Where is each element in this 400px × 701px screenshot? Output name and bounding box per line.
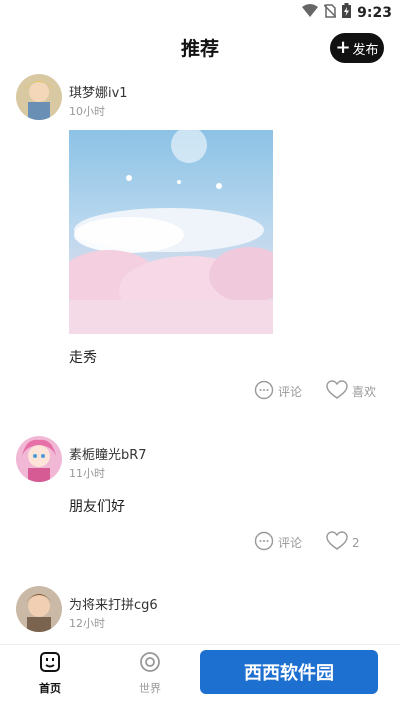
- like-button[interactable]: 2: [326, 531, 360, 554]
- plus-icon: +: [335, 37, 351, 58]
- status-bar: 9:23: [0, 0, 400, 24]
- comment-icon: [254, 380, 274, 403]
- post-text: 走秀: [69, 350, 97, 366]
- post-time: 12小时: [69, 617, 105, 630]
- watermark-text: 西西软件园: [244, 663, 334, 684]
- status-icons: 9:23: [302, 3, 392, 22]
- heart-icon: [326, 380, 348, 403]
- publish-button[interactable]: + 发布: [330, 33, 384, 63]
- post-actions: 评论 2: [0, 531, 400, 555]
- watermark-logo: 西西软件园: [200, 650, 378, 694]
- header: 推荐 + 发布: [0, 24, 400, 72]
- post-time: 11小时: [69, 467, 105, 480]
- tab-world[interactable]: 世界: [120, 651, 180, 696]
- status-time: 9:23: [357, 4, 392, 21]
- heart-icon: [326, 531, 348, 554]
- world-circle-icon: [139, 651, 161, 676]
- publish-label: 发布: [352, 42, 379, 58]
- comment-icon: [254, 531, 274, 554]
- tab-label: 首页: [39, 682, 61, 695]
- username[interactable]: 琪梦娜iv1: [69, 82, 128, 101]
- post-card: 素栀瞳光bR7 11小时 朋友们好 评论 2: [0, 436, 400, 566]
- username[interactable]: 素栀瞳光bR7: [69, 444, 147, 463]
- like-label: 喜欢: [352, 385, 377, 399]
- avatar[interactable]: [16, 74, 62, 120]
- like-button[interactable]: 喜欢: [326, 380, 376, 403]
- post-image[interactable]: [69, 130, 273, 334]
- post-card: 为将来打拼cg6 12小时: [0, 586, 400, 642]
- battery-charging-icon: [342, 3, 352, 22]
- comment-label: 评论: [278, 536, 303, 550]
- no-sim-icon: [323, 3, 337, 22]
- comment-label: 评论: [278, 385, 303, 399]
- username[interactable]: 为将来打拼cg6: [69, 594, 158, 613]
- like-count: 2: [352, 535, 360, 550]
- wifi-icon: [302, 3, 319, 22]
- comment-button[interactable]: 评论: [254, 380, 302, 403]
- avatar[interactable]: [16, 586, 62, 632]
- post-time: 10小时: [69, 105, 105, 118]
- avatar[interactable]: [16, 436, 62, 482]
- post-text: 朋友们好: [69, 499, 125, 515]
- comment-button[interactable]: 评论: [254, 531, 302, 554]
- post-card: 琪梦娜iv1 10小时 走秀 评论 喜欢: [0, 74, 400, 419]
- post-actions: 评论 喜欢: [0, 380, 400, 404]
- home-face-icon: [39, 651, 61, 676]
- tab-label: 世界: [139, 682, 161, 695]
- tab-home[interactable]: 首页: [20, 651, 80, 696]
